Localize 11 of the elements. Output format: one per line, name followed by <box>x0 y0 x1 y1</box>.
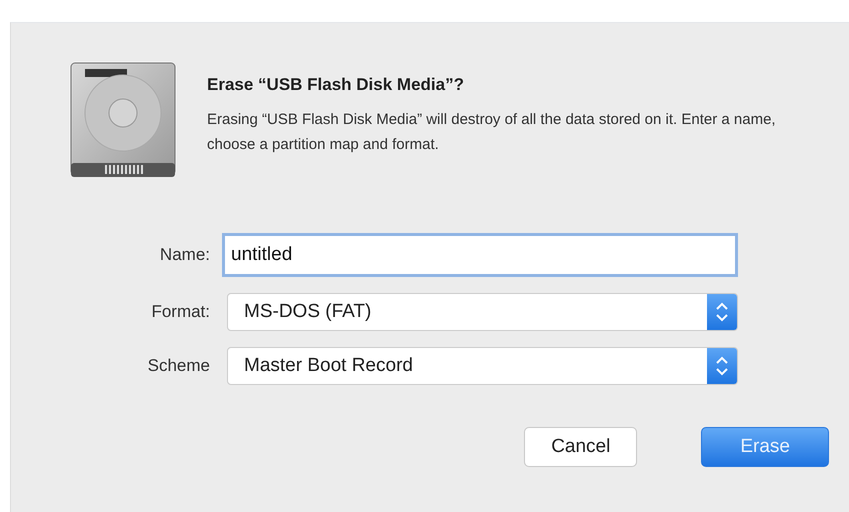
cancel-button[interactable]: Cancel <box>524 427 638 467</box>
dialog-title: Erase “USB Flash Disk Media”? <box>207 75 465 95</box>
name-field[interactable]: untitled <box>222 233 738 277</box>
popup-menu[interactable]: MS-DOS (FAT) <box>227 293 738 331</box>
chevron-updown-icon <box>707 348 737 384</box>
field-label: Scheme <box>146 356 210 376</box>
chevron-updown-icon <box>707 294 737 330</box>
field-label: Name: <box>158 245 210 265</box>
field-label: Format: <box>150 302 210 322</box>
dialog-message: Erasing “USB Flash Disk Media” will destroy of all the data stored on it. Enter a name, choose a partition map and format. <box>207 110 777 155</box>
popup-menu[interactable]: Master Boot Record <box>227 347 738 385</box>
